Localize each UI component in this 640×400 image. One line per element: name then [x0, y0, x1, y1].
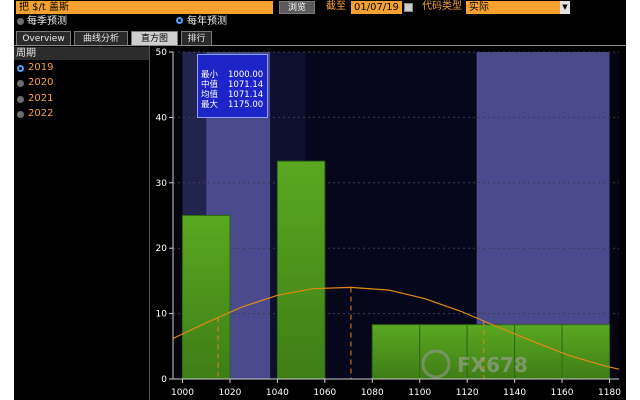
- period-panel: 周期 2019 2020 2021 2022: [14, 46, 150, 400]
- histogram-bar: [276, 160, 326, 380]
- histogram-bar: [181, 215, 231, 380]
- radio-annual[interactable]: [176, 17, 183, 24]
- radio-annual-label[interactable]: 每年预测: [187, 15, 227, 29]
- period-header: 周期: [14, 47, 149, 60]
- y-tick-label: 50: [156, 48, 168, 58]
- date-input[interactable]: 01/07/19: [351, 1, 402, 14]
- period-label-2021: 2021: [28, 93, 54, 104]
- stat-min: 最小 1000.00: [201, 70, 267, 80]
- stat-label: 均值: [201, 90, 219, 100]
- radio-quarterly[interactable]: [17, 18, 24, 25]
- tab-ranking[interactable]: 排行: [181, 31, 212, 45]
- code-type-label: 代码类型: [422, 1, 462, 12]
- tab-overview[interactable]: Overview: [16, 31, 71, 45]
- x-tick-label: 1020: [218, 388, 241, 398]
- y-tick-label: 20: [156, 244, 168, 254]
- histogram-bar: [371, 324, 421, 380]
- x-tick-label: 1080: [361, 388, 384, 398]
- x-tick-label: 1140: [503, 388, 526, 398]
- x-tick-label: 1180: [598, 388, 621, 398]
- stat-value: 1071.14: [228, 90, 264, 100]
- y-tick-label: 40: [156, 113, 168, 123]
- tab-curve-analysis[interactable]: 曲线分析: [74, 31, 128, 45]
- period-label-2020: 2020: [28, 77, 54, 88]
- stat-value: 1000.00: [228, 70, 264, 80]
- x-tick-label: 1100: [408, 388, 431, 398]
- period-label-2019: 2019: [28, 62, 54, 73]
- stat-label: 最小: [201, 70, 219, 80]
- stat-value: 1071.14: [228, 80, 264, 90]
- y-tick-label: 10: [156, 310, 168, 320]
- stat-value: 1175.00: [228, 100, 264, 110]
- period-item-2020[interactable]: 2020: [14, 76, 149, 90]
- x-tick-label: 1040: [266, 388, 289, 398]
- stat-label: 中值: [201, 80, 219, 90]
- tab-histogram[interactable]: 直方图: [131, 31, 178, 45]
- period-item-2021[interactable]: 2021: [14, 92, 149, 106]
- x-tick-label: 1000: [171, 388, 194, 398]
- radio-2020[interactable]: [17, 80, 24, 87]
- period-label-2022: 2022: [28, 108, 54, 119]
- x-tick-label: 1060: [313, 388, 336, 398]
- stat-label: 最大: [201, 100, 219, 110]
- y-tick-label: 0: [161, 375, 167, 385]
- radio-quarterly-label[interactable]: 每季预测: [27, 15, 67, 29]
- command-input[interactable]: 把 $/t 盖斯: [16, 1, 273, 14]
- x-tick-label: 1160: [551, 388, 574, 398]
- radio-2022[interactable]: [17, 111, 24, 118]
- histogram-bar: [561, 324, 611, 380]
- tab-bar: Overview 曲线分析 直方图 排行: [14, 31, 626, 46]
- stat-median: 中值 1071.14: [201, 80, 267, 90]
- period-item-2022[interactable]: 2022: [14, 107, 149, 121]
- radio-2019[interactable]: [17, 65, 24, 72]
- date-label: 截至: [326, 1, 346, 12]
- app-window: 把 $/t 盖斯 浏览 截至 01/07/19 代码类型 实际 ▼ 每季预测 每…: [14, 0, 626, 400]
- browse-button[interactable]: 浏览: [279, 1, 315, 14]
- chevron-down-icon[interactable]: ▼: [560, 1, 570, 14]
- toolbar: 把 $/t 盖斯 浏览 截至 01/07/19 代码类型 实际 ▼: [14, 0, 626, 16]
- stats-box: 最小 1000.00 中值 1071.14 均值 1071.14 最大 1175.00: [197, 54, 268, 118]
- radio-2021[interactable]: [17, 96, 24, 103]
- x-tick-label: 1120: [456, 388, 479, 398]
- forecast-mode-group: 每季预测 每年预测: [14, 15, 626, 29]
- watermark-text: FX678: [457, 353, 528, 377]
- histogram-chart[interactable]: 0 10 20 30 40 50 1000 1020 1040 1060 1080 1100 1120 1…: [151, 46, 626, 400]
- calendar-icon[interactable]: [404, 3, 413, 12]
- y-tick-label: 30: [156, 179, 168, 189]
- stat-max: 最大 1175.00: [201, 100, 267, 110]
- stat-mean: 均值 1071.14: [201, 90, 267, 100]
- code-type-select[interactable]: 实际: [466, 1, 560, 14]
- period-item-2019[interactable]: 2019: [14, 61, 149, 75]
